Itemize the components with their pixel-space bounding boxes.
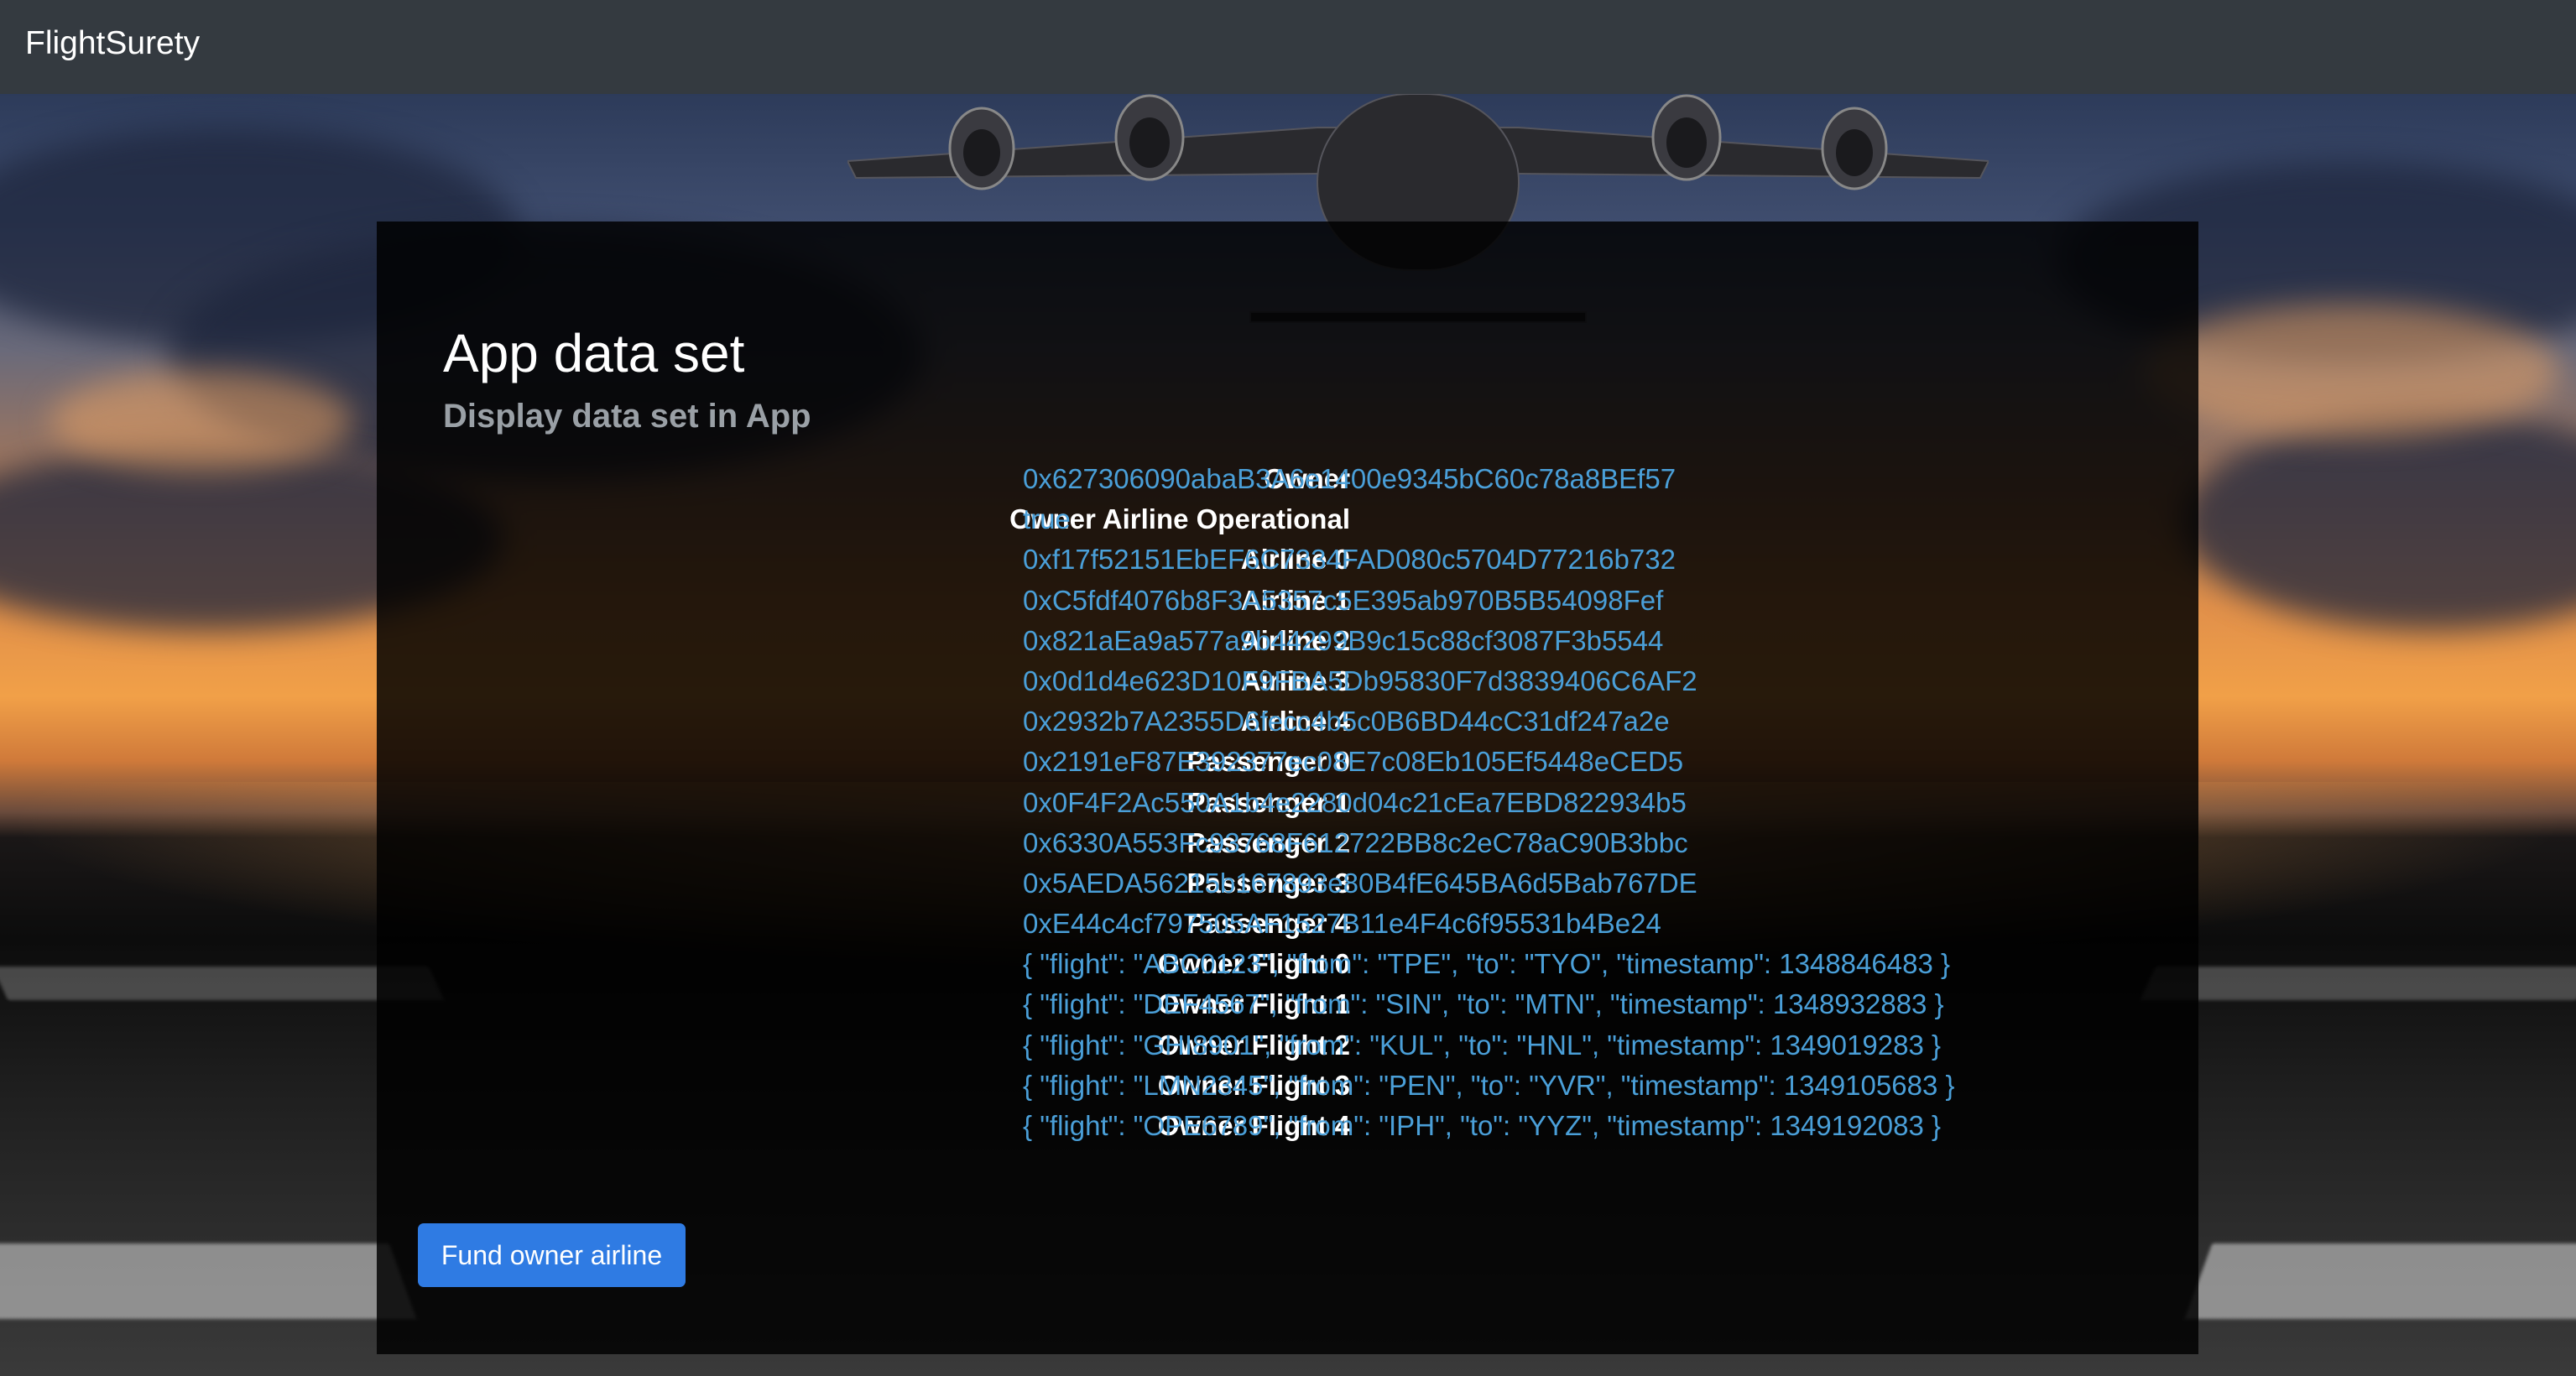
data-row-airline-2: Airline 2 0x821aEa9a577a9b44299B9c15c88c… (377, 621, 2198, 661)
row-value: { "flight": "ABC0123", "from": "TPE", "t… (1023, 948, 1950, 980)
row-value: 0xE44c4cf797505AF1527B11e4F4c6f95531b4Be… (1023, 908, 1661, 940)
data-row-owner-flight-4: Owner Flight 4 { "flight": "OPE6789", "f… (377, 1106, 2198, 1146)
row-value: 0xC5fdf4076b8F3A5357c5E395ab970B5B54098F… (1023, 584, 1664, 616)
data-row-owner-airline-operational: Owner Airline Operational true (377, 499, 2198, 539)
data-row-airline-4: Airline 4 0x2932b7A2355D6fecc4b5c0B6BD44… (377, 701, 2198, 742)
data-row-airline-3: Airline 3 0x0d1d4e623D10F9FBA5Db95830F7d… (377, 661, 2198, 701)
data-row-passenger-4: Passenger 4 0xE44c4cf797505AF1527B11e4F4… (377, 904, 2198, 944)
row-value: 0x2191eF87E392377ec08E7c08Eb105Ef5448eCE… (1023, 746, 1684, 778)
row-value: 0xf17f52151EbEF6C7334FAD080c5704D77216b7… (1023, 544, 1676, 576)
data-row-owner-flight-2: Owner Flight 2 { "flight": "GHI8901", "f… (377, 1025, 2198, 1066)
data-row-airline-1: Airline 1 0xC5fdf4076b8F3A5357c5E395ab97… (377, 581, 2198, 621)
row-value: 0x0F4F2Ac550A1b4e2280d04c21cEa7EBD822934… (1023, 786, 1687, 818)
row-value: 0x821aEa9a577a9b44299B9c15c88cf3087F3b55… (1023, 624, 1664, 656)
data-list: Owner 0x627306090abaB3A6e1400e9345bC60c7… (377, 459, 2198, 1146)
row-value: 0x627306090abaB3A6e1400e9345bC60c78a8BEf… (1023, 463, 1676, 494)
app-data-panel: App data set Display data set in App Own… (377, 222, 2198, 1354)
data-row-passenger-2: Passenger 2 0x6330A553Fc93768F612722BB8c… (377, 823, 2198, 863)
brand-link[interactable]: FlightSurety (25, 25, 200, 62)
row-value: { "flight": "DEF4567", "from": "SIN", "t… (1023, 988, 1944, 1020)
row-value: 0x5AEDA56215b167893e80B4fE645BA6d5Bab767… (1023, 867, 1697, 899)
data-row-owner-flight-3: Owner Flight 3 { "flight": "LMN2345", "f… (377, 1066, 2198, 1106)
page: FlightSurety App data set Display data s… (0, 0, 2576, 1376)
row-value: { "flight": "LMN2345", "from": "PEN", "t… (1023, 1069, 1955, 1101)
data-row-passenger-0: Passenger 0 0x2191eF87E392377ec08E7c08Eb… (377, 742, 2198, 782)
data-row-passenger-1: Passenger 1 0x0F4F2Ac550A1b4e2280d04c21c… (377, 783, 2198, 823)
fund-owner-airline-button[interactable]: Fund owner airline (418, 1223, 686, 1287)
data-row-passenger-3: Passenger 3 0x5AEDA56215b167893e80B4fE64… (377, 863, 2198, 904)
row-value: 0x0d1d4e623D10F9FBA5Db95830F7d3839406C6A… (1023, 665, 1697, 696)
row-value: { "flight": "OPE6789", "from": "IPH", "t… (1023, 1110, 1941, 1141)
page-subtitle: Display data set in App (443, 398, 811, 435)
row-value: 0x6330A553Fc93768F612722BB8c2eC78aC90B3b… (1023, 826, 1688, 858)
row-value: true (1023, 503, 1071, 535)
page-title: App data set (443, 323, 745, 383)
data-row-owner-flight-0: Owner Flight 0 { "flight": "ABC0123", "f… (377, 944, 2198, 984)
data-row-airline-0: Airline 0 0xf17f52151EbEF6C7334FAD080c57… (377, 539, 2198, 580)
navbar: FlightSurety (0, 0, 2576, 94)
row-value: { "flight": "GHI8901", "from": "KUL", "t… (1023, 1029, 1941, 1061)
row-value: 0x2932b7A2355D6fecc4b5c0B6BD44cC31df247a… (1023, 706, 1670, 738)
data-row-owner-flight-1: Owner Flight 1 { "flight": "DEF4567", "f… (377, 984, 2198, 1024)
data-row-owner: Owner 0x627306090abaB3A6e1400e9345bC60c7… (377, 459, 2198, 499)
